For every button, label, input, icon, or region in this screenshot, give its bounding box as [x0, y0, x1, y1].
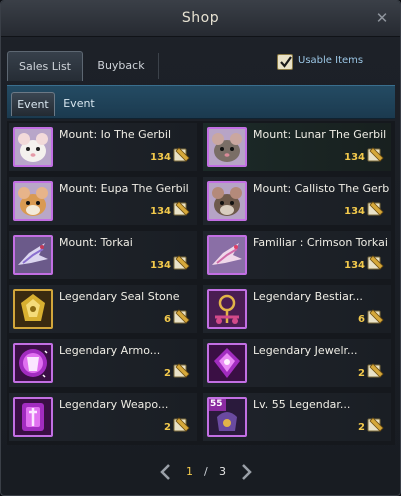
coin-scroll-icon [367, 417, 384, 432]
item-name: Mount: Io The Gerbil [59, 128, 172, 141]
item-card[interactable]: Mount: Io The Gerbil 134 [9, 123, 197, 171]
item-name: Mount: Callisto The Gerbil [253, 182, 389, 195]
shop-window: Shop ✕ Sales List Buyback Usable Items E… [0, 0, 401, 496]
jewelry-box-icon [207, 343, 247, 383]
item-price: 2 [358, 422, 365, 433]
item-card[interactable]: Mount: Torkai 134 [9, 231, 197, 279]
coin-scroll-icon [173, 255, 190, 270]
item-name: Lv. 55 Legendar... [253, 398, 351, 411]
item-card[interactable]: Mount: Eupa The Gerbil 134 [9, 177, 197, 225]
next-page-button[interactable] [239, 463, 253, 481]
crimson-torkai-icon [207, 235, 247, 275]
chevron-left-icon [160, 464, 170, 480]
coin-scroll-icon [367, 147, 384, 162]
item-price: 6 [358, 314, 365, 325]
coin-scroll-icon [173, 201, 190, 216]
pagination: 1 / 3 [1, 461, 400, 485]
item-price: 134 [150, 260, 171, 271]
item-price: 2 [164, 368, 171, 379]
window-title: Shop [181, 10, 220, 26]
item-name: Legendary Seal Stone [59, 290, 180, 303]
item-name: Legendary Weapo... [59, 398, 169, 411]
item-card[interactable]: Mount: Lunar The Gerbil 134 [203, 123, 391, 171]
current-page: 1 [186, 465, 193, 478]
item-name: Mount: Torkai [59, 236, 133, 249]
item-price: 2 [358, 368, 365, 379]
subtab-bar: Event Event [7, 85, 395, 119]
item-card[interactable]: Legendary Bestiar... 6 [203, 285, 391, 333]
item-price: 6 [164, 314, 171, 325]
coin-scroll-icon [173, 363, 190, 378]
subtab-event-2[interactable]: Event [57, 92, 101, 116]
total-pages: 3 [219, 465, 226, 478]
seal-stone-icon [13, 289, 53, 329]
brown-gerbil-icon [207, 181, 247, 221]
usable-items-checkbox[interactable] [277, 54, 293, 70]
item-name: Mount: Lunar The Gerbil [253, 128, 387, 141]
main-tabs: Sales List Buyback Usable Items [7, 47, 395, 83]
tab-divider [158, 53, 159, 79]
page-separator: / [204, 465, 208, 478]
close-button[interactable]: ✕ [374, 10, 390, 26]
level-badge: 55 [210, 399, 223, 409]
weapon-box-icon [13, 397, 53, 437]
torkai-icon [13, 235, 53, 275]
close-icon: ✕ [375, 9, 389, 27]
item-name: Familiar : Crimson Torkai [253, 236, 388, 249]
item-name: Legendary Jewelr... [253, 344, 358, 357]
coin-scroll-icon [367, 255, 384, 270]
item-price: 134 [344, 152, 365, 163]
lv55-pouch-icon: 55 [207, 397, 247, 437]
item-card[interactable]: Legendary Armo... 2 [9, 339, 197, 387]
coin-scroll-icon [173, 147, 190, 162]
white-gerbil-icon [13, 127, 53, 167]
item-name: Legendary Bestiar... [253, 290, 363, 303]
prev-page-button[interactable] [159, 463, 173, 481]
item-name: Mount: Eupa The Gerbil [59, 182, 189, 195]
tab-sales-list[interactable]: Sales List [7, 51, 83, 81]
checkmark-icon [280, 56, 292, 68]
armor-box-icon [13, 343, 53, 383]
item-price: 2 [164, 422, 171, 433]
item-card[interactable]: Legendary Jewelr... 2 [203, 339, 391, 387]
item-price: 134 [150, 152, 171, 163]
coin-scroll-icon [367, 201, 384, 216]
item-list: Mount: Io The Gerbil 134 Mount: Lunar Th… [7, 121, 395, 445]
item-price: 134 [344, 260, 365, 271]
orange-gerbil-icon [13, 181, 53, 221]
coin-scroll-icon [173, 417, 190, 432]
chevron-right-icon [242, 464, 252, 480]
item-name: Legendary Armo... [59, 344, 161, 357]
item-card[interactable]: Familiar : Crimson Torkai 134 [203, 231, 391, 279]
coin-scroll-icon [367, 309, 384, 324]
item-card[interactable]: Legendary Weapo... 2 [9, 393, 197, 441]
item-price: 134 [150, 206, 171, 217]
gray-gerbil-icon [207, 127, 247, 167]
item-card[interactable]: Mount: Callisto The Gerbil 134 [203, 177, 391, 225]
item-card[interactable]: 55 Lv. 55 Legendar... 2 [203, 393, 391, 441]
tab-buyback[interactable]: Buyback [87, 51, 155, 81]
coin-scroll-icon [173, 309, 190, 324]
usable-items-label: Usable Items [298, 55, 364, 66]
bestiary-icon [207, 289, 247, 329]
item-card[interactable]: Legendary Seal Stone 6 [9, 285, 197, 333]
subtab-event-1[interactable]: Event [11, 92, 55, 116]
title-bar[interactable]: Shop ✕ [1, 1, 400, 37]
item-price: 134 [344, 206, 365, 217]
coin-scroll-icon [367, 363, 384, 378]
